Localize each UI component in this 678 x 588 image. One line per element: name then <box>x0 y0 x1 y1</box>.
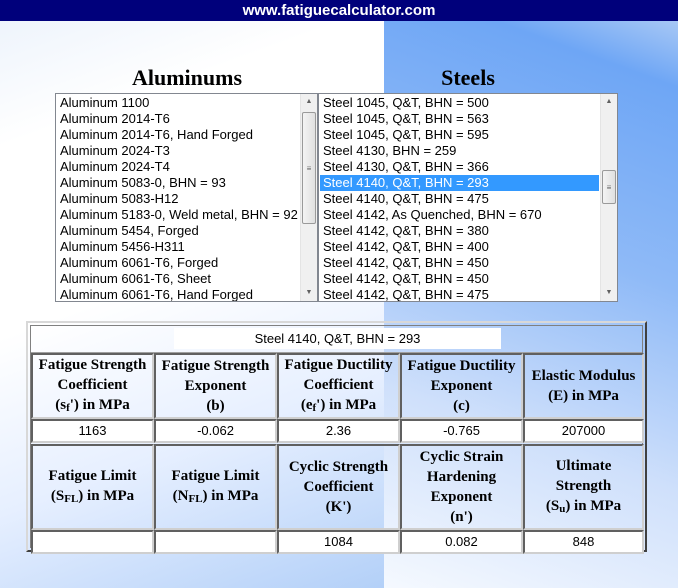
list-item[interactable]: Aluminum 6061-T6, Forged <box>57 255 299 271</box>
steels-listbox[interactable]: Steel 1045, Q&T, BHN = 500 Steel 1045, Q&… <box>318 93 618 302</box>
scroll-thumb[interactable]: ≡ <box>602 170 616 204</box>
list-item[interactable]: Steel 1045, Q&T, BHN = 595 <box>320 127 599 143</box>
list-item[interactable]: Steel 4130, Q&T, BHN = 366 <box>320 159 599 175</box>
row1-value-1: -0.062 <box>154 419 277 443</box>
row1-header-0: Fatigue Strength Coefficient (sf') in MPa <box>31 353 154 419</box>
scroll-up-icon[interactable]: ▲ <box>601 94 617 110</box>
row1-value-2: 2.36 <box>277 419 400 443</box>
list-item[interactable]: Steel 4142, Q&T, BHN = 400 <box>320 239 599 255</box>
list-item[interactable]: Steel 4142, As Quenched, BHN = 670 <box>320 207 599 223</box>
selected-material-field: Steel 4140, Q&T, BHN = 293 <box>174 328 501 349</box>
row1-value-0: 1163 <box>31 419 154 443</box>
row1-value-3: -0.765 <box>400 419 523 443</box>
row2-value-4: 848 <box>523 530 644 554</box>
scroll-up-icon[interactable]: ▲ <box>301 94 317 110</box>
row1-header-2: Fatigue Ductility Coefficient (ef') in MPa <box>277 353 400 419</box>
aluminums-listbox[interactable]: Aluminum 1100 Aluminum 2014-T6 Aluminum 20… <box>55 93 318 302</box>
list-item[interactable]: Steel 4130, BHN = 259 <box>320 143 599 159</box>
title-row: Steel 4140, Q&T, BHN = 293 <box>31 326 642 353</box>
list-item[interactable]: Steel 4142, Q&T, BHN = 380 <box>320 223 599 239</box>
list-item[interactable]: Aluminum 2024-T4 <box>57 159 299 175</box>
results-panel: Steel 4140, Q&T, BHN = 293 Fatigue Stren… <box>26 321 647 554</box>
list-item[interactable]: Aluminum 2014-T6, Hand Forged <box>57 127 299 143</box>
aluminums-heading: Aluminums <box>131 65 243 90</box>
row1-value-4: 207000 <box>523 419 644 443</box>
list-item[interactable]: Steel 4142, Q&T, BHN = 450 <box>320 255 599 271</box>
list-item[interactable]: Steel 4142, Q&T, BHN = 450 <box>320 271 599 287</box>
row2-header-3: Cyclic Strain Hardening Exponent (n') <box>400 444 523 530</box>
row2-value-3: 0.082 <box>400 530 523 554</box>
row2-header-0: Fatigue Limit (SFL) in MPa <box>31 444 154 530</box>
row2-value-0 <box>31 530 154 554</box>
list-item[interactable]: Aluminum 2024-T3 <box>57 143 299 159</box>
list-item[interactable]: Aluminum 1100 <box>57 95 299 111</box>
aluminums-scrollbar[interactable]: ▲ ≡ ▼ <box>300 94 317 301</box>
list-item[interactable]: Aluminum 5183-0, Weld metal, BHN = 92 <box>57 207 299 223</box>
row1-header-1: Fatigue Strength Exponent (b) <box>154 353 277 419</box>
scroll-down-icon[interactable]: ▼ <box>301 285 317 301</box>
list-item[interactable]: Steel 4142, Q&T, BHN = 475 <box>320 287 599 301</box>
list-item[interactable]: Aluminum 6061-T6, Sheet <box>57 271 299 287</box>
row1-header-4: Elastic Modulus (E) in MPa <box>523 353 644 419</box>
list-item[interactable]: Steel 1045, Q&T, BHN = 500 <box>320 95 599 111</box>
list-item[interactable]: Steel 4140, Q&T, BHN = 475 <box>320 191 599 207</box>
list-item[interactable]: Aluminum 5083-H12 <box>57 191 299 207</box>
steels-scrollbar[interactable]: ▲ ≡ ▼ <box>600 94 617 301</box>
list-item[interactable]: Steel 1045, Q&T, BHN = 563 <box>320 111 599 127</box>
scroll-thumb[interactable]: ≡ <box>302 112 316 224</box>
site-header: www.fatiguecalculator.com <box>0 0 678 21</box>
steels-heading: Steels <box>441 65 495 90</box>
list-item[interactable]: Aluminum 5456-H311 <box>57 239 299 255</box>
list-item[interactable]: Aluminum 5083-0, BHN = 93 <box>57 175 299 191</box>
row2-value-2: 1084 <box>277 530 400 554</box>
list-item[interactable]: Aluminum 6061-T6, Hand Forged <box>57 287 299 301</box>
row2-header-1: Fatigue Limit (NFL) in MPa <box>154 444 277 530</box>
row1-header-3: Fatigue Ductility Exponent (c) <box>400 353 523 419</box>
list-item[interactable]: Aluminum 5454, Forged <box>57 223 299 239</box>
row2-value-1 <box>154 530 277 554</box>
row2-header-4: Ultimate Strength (Su) in MPa <box>523 444 644 530</box>
row2-header-2: Cyclic Strength Coefficient (K') <box>277 444 400 530</box>
list-item[interactable]: Aluminum 2014-T6 <box>57 111 299 127</box>
list-item[interactable]: Steel 4140, Q&T, BHN = 293 <box>320 175 599 191</box>
scroll-down-icon[interactable]: ▼ <box>601 285 617 301</box>
